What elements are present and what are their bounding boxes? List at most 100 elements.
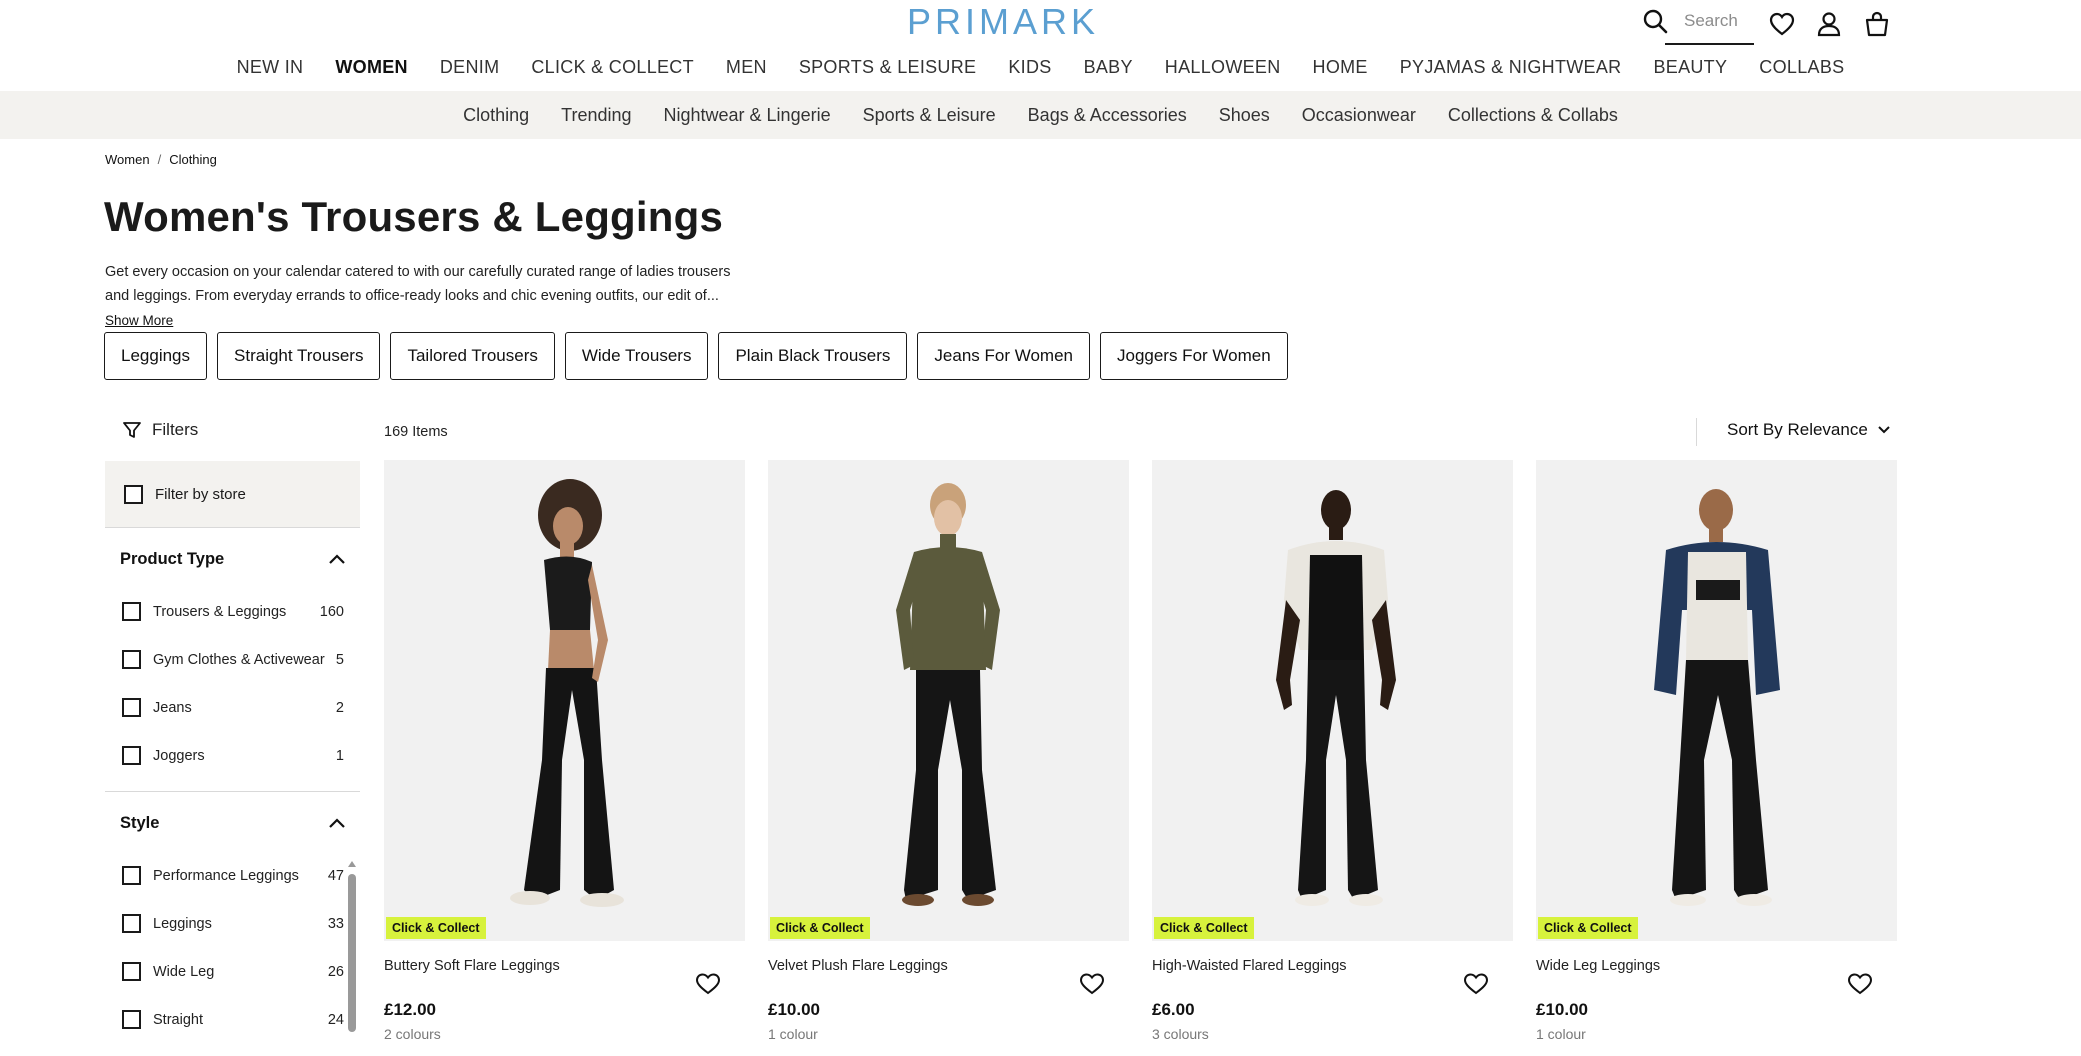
chip-tailored-trousers[interactable]: Tailored Trousers — [390, 332, 555, 380]
chip-leggings[interactable]: Leggings — [104, 332, 208, 380]
product-image[interactable]: Click & Collect — [1152, 460, 1513, 941]
chevron-up-icon[interactable] — [328, 817, 346, 829]
filter-option-count: 160 — [319, 603, 344, 620]
chip-jeans-for-women[interactable]: Jeans For Women — [917, 332, 1090, 380]
product-card[interactable]: Click & Collect High-Waisted Flared Legg… — [1152, 460, 1513, 1042]
filter-option-straight[interactable]: Straight 24 — [122, 1010, 344, 1029]
chip-straight-trousers[interactable]: Straight Trousers — [217, 332, 381, 380]
subnav-shoes[interactable]: Shoes — [1203, 105, 1286, 126]
filter-checkbox[interactable] — [122, 866, 141, 885]
nav-sports-leisure[interactable]: SPORTS & LEISURE — [783, 54, 993, 80]
filter-store-checkbox[interactable] — [124, 484, 143, 504]
filter-option-label: Joggers — [153, 747, 205, 764]
subnav-bags-accessories[interactable]: Bags & Accessories — [1012, 105, 1203, 126]
main-nav: NEW IN WOMEN DENIM CLICK & COLLECT MEN S… — [0, 54, 2081, 80]
filter-option-gym-clothes[interactable]: Gym Clothes & Activewear 5 — [122, 650, 344, 669]
product-image[interactable]: Click & Collect — [1536, 460, 1897, 941]
product-card[interactable]: Click & Collect Velvet Plush Flare Leggi… — [768, 460, 1129, 1042]
product-card[interactable]: Click & Collect Wide Leg Leggings £10.00… — [1536, 460, 1897, 1042]
product-name[interactable]: High-Waisted Flared Leggings — [1152, 958, 1347, 974]
subnav-sports-leisure[interactable]: Sports & Leisure — [847, 105, 1012, 126]
breadcrumb-women[interactable]: Women — [105, 152, 150, 167]
filter-divider — [105, 527, 360, 528]
filter-checkbox[interactable] — [122, 602, 141, 621]
chevron-down-icon — [1878, 426, 1890, 434]
product-type-title[interactable]: Product Type — [120, 550, 224, 569]
filter-checkbox[interactable] — [122, 746, 141, 765]
sort-dropdown[interactable]: Sort By Relevance — [1727, 420, 1890, 440]
subnav-collections-collabs[interactable]: Collections & Collabs — [1432, 105, 1634, 126]
filter-funnel-icon — [123, 422, 141, 438]
wishlist-heart-icon[interactable] — [1463, 972, 1489, 996]
show-more-link[interactable]: Show More — [105, 313, 173, 328]
nav-pyjamas-nightwear[interactable]: PYJAMAS & NIGHTWEAR — [1384, 54, 1638, 80]
nav-halloween[interactable]: HALLOWEEN — [1149, 54, 1297, 80]
basket-icon[interactable] — [1863, 10, 1891, 38]
breadcrumb-clothing[interactable]: Clothing — [169, 152, 217, 167]
account-icon[interactable] — [1815, 10, 1843, 38]
filter-divider — [105, 791, 360, 792]
primark-logo[interactable]: PRIMARK — [907, 2, 1095, 42]
filter-option-count: 2 — [335, 699, 344, 716]
product-name[interactable]: Buttery Soft Flare Leggings — [384, 958, 560, 974]
scrollbar-up-arrow[interactable] — [348, 861, 356, 867]
filters-label: Filters — [152, 420, 199, 439]
filter-checkbox[interactable] — [122, 1010, 141, 1029]
breadcrumb: Women / Clothing — [105, 152, 217, 167]
quick-filter-chips: Leggings Straight Trousers Tailored Trou… — [104, 332, 1288, 380]
filter-option-jeans[interactable]: Jeans 2 — [122, 698, 344, 717]
nav-click-collect[interactable]: CLICK & COLLECT — [515, 54, 710, 80]
filter-option-label: Gym Clothes & Activewear — [153, 651, 325, 668]
nav-kids[interactable]: KIDS — [992, 54, 1067, 80]
nav-men[interactable]: MEN — [710, 54, 783, 80]
sort-divider — [1696, 418, 1697, 446]
filter-option-count: 26 — [327, 963, 344, 980]
click-collect-badge: Click & Collect — [1154, 917, 1254, 939]
filter-option-trousers-leggings[interactable]: Trousers & Leggings 160 — [122, 602, 344, 621]
wishlist-heart-icon[interactable] — [1079, 972, 1105, 996]
chip-wide-trousers[interactable]: Wide Trousers — [564, 332, 709, 380]
click-collect-badge: Click & Collect — [1538, 917, 1638, 939]
filter-option-wide-leg[interactable]: Wide Leg 26 — [122, 962, 344, 981]
filters-button[interactable]: Filters — [122, 420, 198, 440]
nav-baby[interactable]: BABY — [1068, 54, 1149, 80]
filter-option-performance-leggings[interactable]: Performance Leggings 47 — [122, 866, 344, 885]
product-image[interactable]: Click & Collect — [384, 460, 745, 941]
product-card[interactable]: Click & Collect Buttery Soft Flare Leggi… — [384, 460, 745, 1042]
chevron-up-icon[interactable] — [328, 553, 346, 565]
subnav-nightwear-lingerie[interactable]: Nightwear & Lingerie — [648, 105, 847, 126]
wishlist-heart-icon[interactable] — [1847, 972, 1873, 996]
filter-scrollbar-thumb[interactable] — [348, 874, 356, 1032]
category-description: Get every occasion on your calendar cate… — [105, 260, 755, 308]
nav-home[interactable]: HOME — [1297, 54, 1384, 80]
product-colours: 3 colours — [1152, 1026, 1209, 1042]
product-image[interactable]: Click & Collect — [768, 460, 1129, 941]
search-input[interactable]: Search — [1684, 11, 1738, 31]
chip-plain-black-trousers[interactable]: Plain Black Trousers — [718, 332, 908, 380]
style-title[interactable]: Style — [120, 814, 159, 833]
filter-checkbox[interactable] — [122, 650, 141, 669]
subnav-trending[interactable]: Trending — [545, 105, 647, 126]
subnav-occasionwear[interactable]: Occasionwear — [1286, 105, 1432, 126]
filter-by-store[interactable]: Filter by store — [105, 461, 360, 527]
filter-option-joggers[interactable]: Joggers 1 — [122, 746, 344, 765]
description-line-1: Get every occasion on your calendar cate… — [105, 264, 731, 280]
search-icon[interactable] — [1642, 8, 1668, 34]
filter-option-count: 47 — [327, 867, 344, 884]
filter-checkbox[interactable] — [122, 962, 141, 981]
nav-denim[interactable]: DENIM — [424, 54, 516, 80]
product-name[interactable]: Wide Leg Leggings — [1536, 958, 1660, 974]
filter-checkbox[interactable] — [122, 698, 141, 717]
nav-collabs[interactable]: COLLABS — [1743, 54, 1860, 80]
chip-joggers-for-women[interactable]: Joggers For Women — [1099, 332, 1288, 380]
filter-option-leggings[interactable]: Leggings 33 — [122, 914, 344, 933]
nav-beauty[interactable]: BEAUTY — [1637, 54, 1743, 80]
product-name[interactable]: Velvet Plush Flare Leggings — [768, 958, 948, 974]
wishlist-heart-icon[interactable] — [695, 972, 721, 996]
wishlist-heart-icon[interactable] — [1768, 10, 1796, 38]
subnav-clothing[interactable]: Clothing — [447, 105, 545, 126]
nav-women[interactable]: WOMEN — [319, 54, 424, 80]
nav-new-in[interactable]: NEW IN — [221, 54, 320, 80]
filter-checkbox[interactable] — [122, 914, 141, 933]
filter-option-label: Performance Leggings — [153, 867, 299, 884]
